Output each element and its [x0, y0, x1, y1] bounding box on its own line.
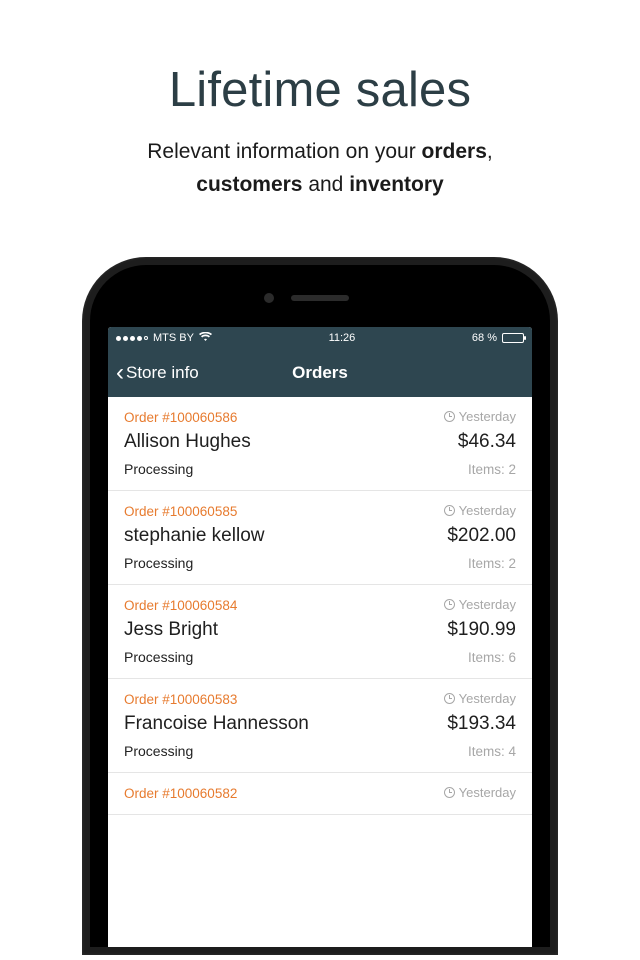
order-items-count: Items: 4: [468, 744, 516, 759]
wifi-icon: [199, 332, 212, 345]
orders-list[interactable]: Order #100060586 Yesterday Allison Hughes $…: [108, 397, 532, 815]
hero-section: Lifetime sales Relevant information on y…: [0, 0, 640, 231]
order-items-count: Items: 2: [468, 462, 516, 477]
nav-title: Orders: [292, 363, 348, 383]
order-amount: $202.00: [447, 525, 516, 547]
signal-dots-icon: [116, 336, 148, 341]
hero-subtitle: Relevant information on your orders, cus…: [0, 136, 640, 201]
order-date: Yesterday: [444, 409, 516, 424]
phone-screen: MTS BY 11:26 68 % ‹ Store info: [108, 327, 532, 947]
order-items-count: Items: 2: [468, 556, 516, 571]
clock-icon: [444, 787, 455, 798]
phone-mockup: MTS BY 11:26 68 % ‹ Store info: [0, 257, 640, 955]
order-number: Order #100060583: [124, 692, 237, 707]
order-row[interactable]: Order #100060584 Yesterday Jess Bright $190…: [108, 585, 532, 679]
order-number: Order #100060585: [124, 504, 237, 519]
phone-frame-inner: MTS BY 11:26 68 % ‹ Store info: [90, 265, 550, 947]
order-number: Order #100060584: [124, 598, 237, 613]
order-items-count: Items: 6: [468, 650, 516, 665]
carrier-label: MTS BY: [153, 332, 194, 344]
order-row[interactable]: Order #100060583 Yesterday Francoise Hanne…: [108, 679, 532, 773]
customer-name: Jess Bright: [124, 619, 218, 641]
clock-icon: [444, 693, 455, 704]
phone-camera: [264, 293, 274, 303]
hero-sub-text2: ,: [487, 140, 493, 163]
order-amount: $46.34: [458, 431, 516, 453]
order-amount: $190.99: [447, 619, 516, 641]
status-left: MTS BY: [116, 332, 212, 345]
order-date: Yesterday: [444, 503, 516, 518]
order-date: Yesterday: [444, 785, 516, 800]
hero-sub-text: Relevant information on your: [147, 140, 421, 163]
phone-speaker: [291, 295, 349, 301]
order-number: Order #100060582: [124, 786, 237, 801]
customer-name: Francoise Hannesson: [124, 713, 309, 735]
back-button[interactable]: ‹ Store info: [116, 361, 199, 385]
clock-icon: [444, 505, 455, 516]
chevron-left-icon: ‹: [116, 361, 124, 385]
customer-name: stephanie kellow: [124, 525, 264, 547]
hero-sub-text3: and: [302, 173, 349, 196]
nav-bar: ‹ Store info Orders: [108, 349, 532, 397]
order-amount: $193.34: [447, 713, 516, 735]
battery-percent: 68 %: [472, 332, 497, 344]
customer-name: Allison Hughes: [124, 431, 251, 453]
battery-icon: [502, 333, 524, 343]
order-row[interactable]: Order #100060582 Yesterday: [108, 773, 532, 815]
phone-frame-outer: MTS BY 11:26 68 % ‹ Store info: [82, 257, 558, 955]
order-number: Order #100060586: [124, 410, 237, 425]
order-status: Processing: [124, 555, 193, 571]
order-date: Yesterday: [444, 597, 516, 612]
hero-sub-bold-orders: orders: [422, 140, 487, 163]
hero-sub-bold-customers: customers: [196, 173, 302, 196]
order-status: Processing: [124, 461, 193, 477]
order-date: Yesterday: [444, 691, 516, 706]
order-status: Processing: [124, 743, 193, 759]
status-bar: MTS BY 11:26 68 %: [108, 327, 532, 349]
clock-icon: [444, 411, 455, 422]
status-time: 11:26: [329, 332, 356, 344]
hero-sub-bold-inventory: inventory: [349, 173, 444, 196]
hero-title: Lifetime sales: [0, 62, 640, 118]
order-row[interactable]: Order #100060585 Yesterday stephanie kello…: [108, 491, 532, 585]
order-status: Processing: [124, 649, 193, 665]
order-row[interactable]: Order #100060586 Yesterday Allison Hughes $…: [108, 397, 532, 491]
back-label: Store info: [126, 363, 199, 383]
clock-icon: [444, 599, 455, 610]
status-right: 68 %: [472, 332, 524, 344]
